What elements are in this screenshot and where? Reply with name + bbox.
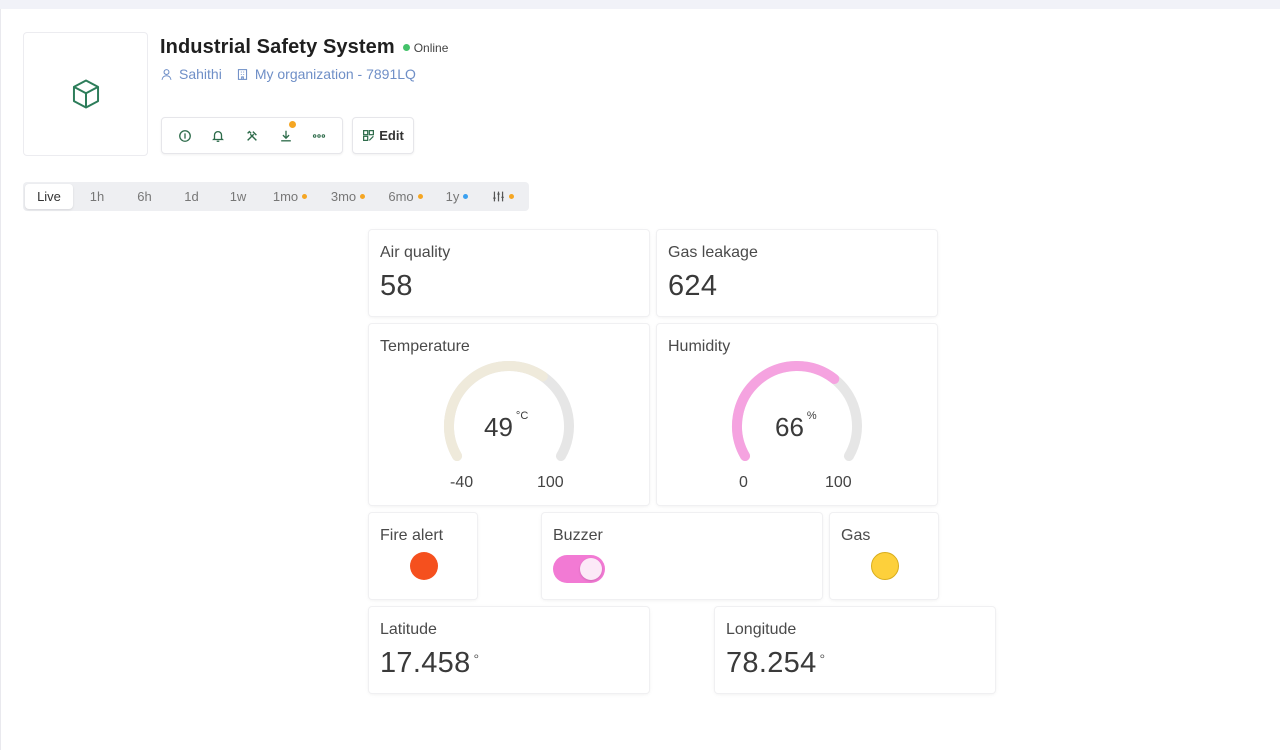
edit-label: Edit — [379, 128, 404, 143]
range-1y[interactable]: 1y — [434, 184, 480, 209]
degree-unit: ° — [473, 651, 480, 667]
device-meta: Sahithi My organization - 7891LQ — [160, 66, 416, 82]
left-border — [0, 9, 1, 750]
range-label: 1w — [229, 189, 247, 204]
widget-label: Air quality — [380, 244, 451, 261]
sliders-icon — [492, 191, 504, 202]
edit-button[interactable]: Edit — [352, 117, 414, 154]
range-label: 3mo — [330, 189, 357, 204]
range-1w[interactable]: 1w — [215, 184, 261, 209]
gauge-min: 0 — [739, 474, 748, 491]
edit-dashboard-icon — [363, 130, 375, 141]
download-badge — [288, 120, 296, 128]
widget-label: Longitude — [726, 621, 797, 638]
range-1d[interactable]: 1d — [168, 184, 215, 209]
range-label: 6h — [137, 189, 152, 204]
temperature-unit: °C — [515, 410, 529, 422]
box-icon — [72, 79, 99, 109]
buzzer-toggle[interactable] — [553, 555, 605, 583]
widget-gas-leakage: Gas leakage 624 — [657, 230, 937, 316]
widget-air-quality: Air quality 58 — [369, 230, 649, 316]
page-title: Industrial Safety System — [160, 36, 395, 58]
widget-label: Temperature — [380, 338, 470, 355]
range-1h[interactable]: 1h — [73, 184, 121, 209]
device-title-row: Industrial Safety System Online — [160, 36, 448, 59]
humidity-value: 66 — [775, 412, 804, 442]
widget-label: Latitude — [380, 621, 437, 638]
gauge-value: 49 °C — [484, 410, 529, 443]
widget-label: Gas leakage — [668, 244, 758, 261]
user-icon — [161, 68, 172, 80]
longitude-value: 78.254 — [726, 647, 817, 679]
bell-icon — [212, 130, 225, 142]
notifications-button[interactable] — [206, 124, 230, 148]
latitude-value: 17.458 — [380, 647, 471, 679]
widget-value: 624 — [668, 270, 718, 302]
more-button[interactable] — [307, 124, 331, 148]
status-text: Online — [413, 40, 449, 55]
widget-gas: Gas — [830, 513, 938, 599]
premium-dot — [508, 194, 514, 199]
organization-link[interactable]: My organization - 7891LQ — [236, 66, 416, 82]
range-label: 1y — [445, 189, 460, 204]
gas-led — [871, 552, 899, 580]
widget-label: Buzzer — [553, 527, 603, 544]
top-strip — [0, 0, 1280, 9]
gauge-max: 100 — [825, 474, 852, 491]
more-icon — [313, 133, 326, 138]
widget-label: Gas — [841, 527, 871, 544]
gauge-max: 100 — [537, 474, 564, 491]
range-label: Live — [37, 189, 61, 204]
premium-dot — [417, 194, 423, 199]
toggle-knob — [580, 558, 602, 580]
status-badge: Online — [402, 40, 449, 55]
tools-button[interactable] — [240, 124, 264, 148]
humidity-unit: % — [806, 410, 817, 422]
download-icon — [280, 130, 291, 141]
fire-alert-led — [410, 552, 438, 580]
range-label: 6mo — [388, 189, 414, 204]
building-icon — [237, 68, 247, 80]
widget-label: Fire alert — [380, 527, 444, 544]
device-toolbar — [161, 117, 343, 154]
info-button[interactable] — [173, 124, 197, 148]
range-1mo[interactable]: 1mo — [261, 184, 319, 209]
degree-unit: ° — [819, 651, 826, 667]
info-icon — [178, 129, 191, 142]
range-label: 1d — [184, 189, 199, 204]
gauge-value: 66% — [775, 410, 817, 443]
range-3mo[interactable]: 3mo — [319, 184, 377, 209]
range-custom[interactable] — [480, 184, 525, 209]
owner-name: Sahithi — [179, 66, 222, 82]
widget-buzzer: Buzzer — [542, 513, 822, 599]
gauge-min: -40 — [450, 474, 474, 491]
widget-value: 78.254 ° — [726, 647, 825, 680]
widget-value: 17.458 ° — [380, 647, 479, 680]
premium-dot — [302, 194, 308, 199]
range-label: 1mo — [272, 189, 299, 204]
range-6h[interactable]: 6h — [121, 184, 168, 209]
widget-latitude: Latitude 17.458 ° — [369, 607, 649, 693]
widget-fire-alert: Fire alert — [369, 513, 477, 599]
owner-link[interactable]: Sahithi — [160, 66, 222, 82]
widget-value: 58 — [380, 270, 413, 302]
premium-dot — [360, 194, 366, 199]
download-button[interactable] — [274, 120, 298, 148]
widget-longitude: Longitude 78.254 ° — [715, 607, 995, 693]
organization-name: My organization - 7891LQ — [254, 66, 416, 82]
widget-temperature: Temperature 49 °C -40 100 — [369, 324, 649, 505]
range-label: 1h — [89, 189, 105, 204]
range-live[interactable]: Live — [25, 184, 73, 209]
range-6mo[interactable]: 6mo — [377, 184, 434, 209]
tools-icon — [247, 130, 257, 141]
widget-humidity: Humidity 66% 0 100 — [657, 324, 937, 505]
device-image — [23, 32, 148, 156]
premium-dot — [463, 194, 469, 199]
widget-label: Humidity — [668, 338, 731, 355]
time-range-selector: Live 1h 6h 1d 1w 1mo 3mo 6mo 1y — [23, 182, 529, 211]
online-dot-icon — [402, 44, 410, 51]
temperature-value: 49 — [484, 412, 513, 442]
